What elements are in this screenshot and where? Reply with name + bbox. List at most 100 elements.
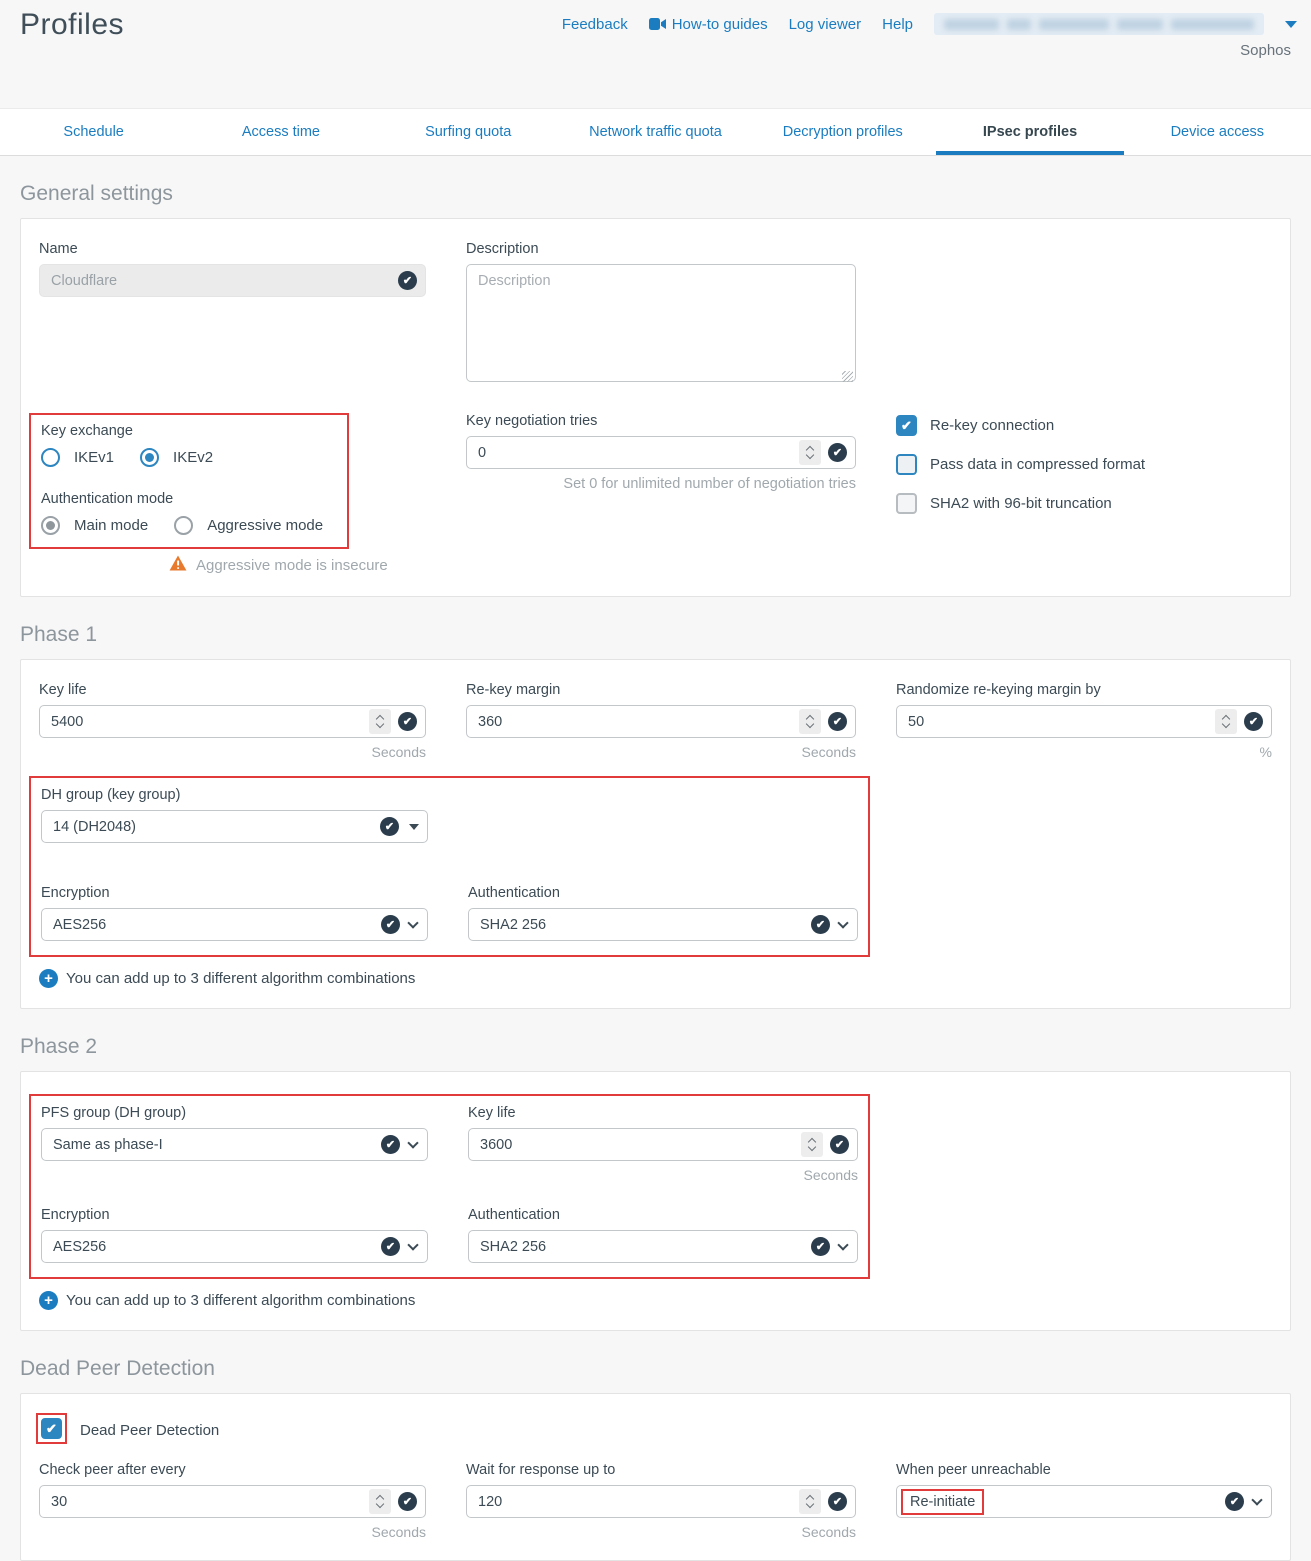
- general-settings-heading: General settings: [20, 182, 1291, 206]
- phase2-authentication-field: Authentication SHA2 256 ✔: [468, 1207, 858, 1263]
- valid-check-icon: ✔: [830, 1135, 849, 1154]
- tab-device-access[interactable]: Device access: [1124, 109, 1311, 155]
- check-peer-input[interactable]: 30 ✔: [39, 1485, 426, 1518]
- how-to-guides-label: How-to guides: [672, 16, 768, 33]
- add-plus-icon[interactable]: +: [39, 1291, 58, 1310]
- aggressive-mode-warning: Aggressive mode is insecure: [169, 555, 426, 576]
- dh-group-select[interactable]: 14 (DH2048) ✔: [41, 810, 428, 843]
- tab-network-traffic-quota[interactable]: Network traffic quota: [562, 109, 749, 155]
- key-life-unit: Seconds: [39, 744, 426, 760]
- chevron-down-icon: [407, 917, 418, 928]
- chevron-down-icon: [1251, 1494, 1262, 1505]
- help-link[interactable]: Help: [882, 16, 913, 33]
- pfs-group-select[interactable]: Same as phase-I ✔: [41, 1128, 428, 1161]
- phase2-add-combination: + You can add up to 3 different algorith…: [39, 1291, 1272, 1310]
- profile-tabs: Schedule Access time Surfing quota Netwo…: [0, 108, 1311, 156]
- dpd-enable-checkbox[interactable]: ✔: [41, 1418, 62, 1439]
- ikev1-label: IKEv1: [74, 449, 114, 466]
- account-dropdown-caret-icon[interactable]: [1285, 21, 1297, 28]
- number-stepper[interactable]: [799, 1489, 821, 1514]
- tab-decryption-profiles[interactable]: Decryption profiles: [749, 109, 936, 155]
- randomize-margin-input[interactable]: 50 ✔: [896, 705, 1272, 738]
- tab-ipsec-profiles[interactable]: IPsec profiles: [936, 109, 1123, 155]
- randomize-margin-group: Randomize re-keying margin by 50 ✔ %: [896, 682, 1272, 760]
- account-name-redacted[interactable]: [934, 13, 1264, 35]
- phase2-key-life-label: Key life: [468, 1105, 858, 1121]
- dpd-enable-option: ✔ Dead Peer Detection: [39, 1416, 1272, 1444]
- name-field-group: Name Cloudflare ✔: [39, 241, 426, 387]
- description-label: Description: [466, 241, 856, 257]
- video-camera-icon: [649, 18, 666, 30]
- wait-response-group: Wait for response up to 120 ✔ Seconds: [466, 1462, 856, 1540]
- compressed-format-checkbox[interactable]: [896, 454, 917, 475]
- authentication-select[interactable]: SHA2 256 ✔: [468, 908, 858, 941]
- redacted-blob: [1117, 19, 1162, 30]
- peer-unreachable-select[interactable]: Re-initiate ✔: [896, 1485, 1272, 1518]
- phase1-add-combination: + You can add up to 3 different algorith…: [39, 969, 1272, 988]
- compressed-format-option: Pass data in compressed format: [896, 454, 1272, 475]
- authentication-label: Authentication: [468, 885, 858, 901]
- number-stepper[interactable]: [1215, 709, 1237, 734]
- key-negotiation-group: Key negotiation tries 0 ✔ Set 0 for unli…: [466, 413, 856, 576]
- phase2-key-life-input[interactable]: 3600 ✔: [468, 1128, 858, 1161]
- feedback-link[interactable]: Feedback: [562, 16, 628, 33]
- encryption-label: Encryption: [41, 1207, 428, 1223]
- tab-surfing-quota[interactable]: Surfing quota: [375, 109, 562, 155]
- phase2-card: PFS group (DH group) Same as phase-I ✔ K…: [20, 1071, 1291, 1331]
- rekey-margin-input[interactable]: 360 ✔: [466, 705, 856, 738]
- encryption-select[interactable]: AES256 ✔: [41, 908, 428, 941]
- dh-group-field: DH group (key group) 14 (DH2048) ✔: [41, 787, 428, 843]
- pfs-group-label: PFS group (DH group): [41, 1105, 428, 1121]
- phase2-key-life-unit: Seconds: [468, 1167, 858, 1183]
- number-stepper[interactable]: [369, 1489, 391, 1514]
- name-input: Cloudflare ✔: [39, 264, 426, 297]
- phase2-algorithms-annotation-box: PFS group (DH group) Same as phase-I ✔ K…: [29, 1094, 870, 1279]
- valid-check-icon: ✔: [828, 1492, 847, 1511]
- aggressive-mode-radio[interactable]: [174, 516, 193, 535]
- tab-schedule[interactable]: Schedule: [0, 109, 187, 155]
- peer-unreachable-label: When peer unreachable: [896, 1462, 1272, 1478]
- number-stepper[interactable]: [801, 1132, 823, 1157]
- add-plus-icon[interactable]: +: [39, 969, 58, 988]
- number-stepper[interactable]: [799, 440, 821, 465]
- key-life-value: 5400: [51, 714, 369, 730]
- page-header: Profiles Feedback How-to guides Log view…: [0, 0, 1311, 108]
- chevron-down-icon: [837, 1239, 848, 1250]
- name-label: Name: [39, 241, 426, 257]
- description-textarea[interactable]: [466, 264, 856, 382]
- pfs-group-field: PFS group (DH group) Same as phase-I ✔: [41, 1105, 428, 1183]
- sha2-truncation-option: SHA2 with 96-bit truncation: [896, 493, 1272, 514]
- dpd-card: ✔ Dead Peer Detection Check peer after e…: [20, 1393, 1291, 1561]
- spacer: [896, 241, 1272, 387]
- rekey-connection-checkbox[interactable]: ✔: [896, 415, 917, 436]
- page-title: Profiles: [20, 8, 124, 42]
- how-to-guides-link[interactable]: How-to guides: [649, 16, 768, 33]
- tab-access-time[interactable]: Access time: [187, 109, 374, 155]
- encryption-select[interactable]: AES256 ✔: [41, 1230, 428, 1263]
- rekey-margin-unit: Seconds: [466, 744, 856, 760]
- authentication-select[interactable]: SHA2 256 ✔: [468, 1230, 858, 1263]
- ikev2-radio[interactable]: [140, 448, 159, 467]
- key-life-input[interactable]: 5400 ✔: [39, 705, 426, 738]
- key-life-label: Key life: [39, 682, 426, 698]
- valid-check-icon: ✔: [381, 915, 400, 934]
- chevron-down-icon: [837, 917, 848, 928]
- check-peer-group: Check peer after every 30 ✔ Seconds: [39, 1462, 426, 1540]
- sha2-truncation-checkbox[interactable]: [896, 493, 917, 514]
- number-stepper[interactable]: [799, 709, 821, 734]
- dh-group-value: 14 (DH2048): [53, 819, 380, 835]
- key-negotiation-input[interactable]: 0 ✔: [466, 436, 856, 469]
- log-viewer-label: Log viewer: [789, 16, 862, 33]
- valid-check-icon: ✔: [381, 1237, 400, 1256]
- valid-check-icon: ✔: [381, 1135, 400, 1154]
- main-mode-radio[interactable]: [41, 516, 60, 535]
- ikev1-radio[interactable]: [41, 448, 60, 467]
- valid-check-icon: ✔: [1244, 712, 1263, 731]
- log-viewer-link[interactable]: Log viewer: [789, 16, 862, 33]
- wait-response-input[interactable]: 120 ✔: [466, 1485, 856, 1518]
- dropdown-caret-icon: [409, 824, 419, 830]
- number-stepper[interactable]: [369, 709, 391, 734]
- phase1-heading: Phase 1: [20, 623, 1291, 647]
- resize-handle[interactable]: [842, 371, 853, 382]
- general-options-group: ✔ Re-key connection Pass data in compres…: [896, 413, 1272, 576]
